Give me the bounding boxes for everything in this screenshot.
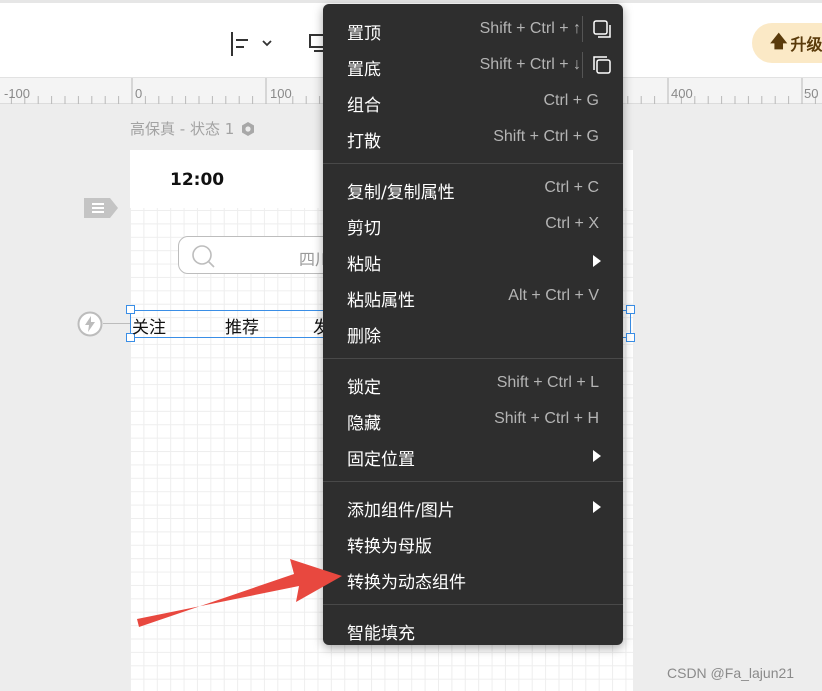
red-annotation-arrow-icon	[137, 559, 342, 627]
watermark: CSDN @Fa_lajun21	[667, 665, 795, 681]
